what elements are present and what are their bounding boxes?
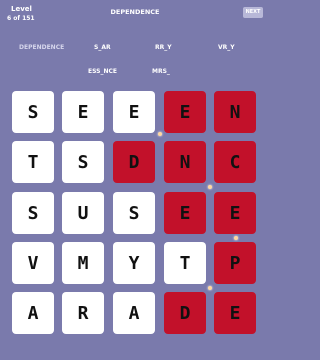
- tile-letter: S: [77, 151, 89, 173]
- grid-tile[interactable]: Y: [113, 242, 155, 284]
- grid-tile[interactable]: E: [214, 292, 256, 334]
- tile-letter: S: [27, 202, 39, 224]
- grid-tile[interactable]: P: [214, 242, 256, 284]
- tile-letter: E: [77, 101, 89, 123]
- tile-letter: M: [77, 252, 89, 274]
- tile-letter: P: [229, 252, 241, 274]
- grid-tile[interactable]: E: [62, 91, 104, 133]
- tile-letter: E: [128, 101, 140, 123]
- tile-letter: T: [27, 151, 39, 173]
- tile-letter: N: [229, 101, 241, 123]
- tile-letter: U: [77, 202, 89, 224]
- grid-tile[interactable]: A: [113, 292, 155, 334]
- grid-tile[interactable]: S: [62, 141, 104, 183]
- grid-tile[interactable]: D: [113, 141, 155, 183]
- hint-word: MRS_: [152, 68, 170, 75]
- grid-tile[interactable]: N: [164, 141, 206, 183]
- hint-word: S_AR: [94, 44, 111, 51]
- level-count: 6 of 151: [7, 15, 35, 22]
- path-dot: [208, 286, 212, 290]
- tile-letter: C: [229, 151, 241, 173]
- tile-letter: E: [179, 101, 191, 123]
- tile-letter: D: [128, 151, 140, 173]
- grid-tile[interactable]: S: [12, 192, 54, 234]
- hint-word: ESS_NCE: [88, 68, 117, 75]
- tile-letter: Y: [128, 252, 140, 274]
- next-button[interactable]: NEXT: [243, 7, 263, 18]
- tile-letter: D: [179, 302, 191, 324]
- game-screen: Level 6 of 151 DEPENDENCE NEXT DEPENDENC…: [0, 0, 270, 360]
- tile-letter: N: [179, 151, 191, 173]
- tile-letter: E: [229, 302, 241, 324]
- grid-tile[interactable]: T: [164, 242, 206, 284]
- grid-tile[interactable]: S: [113, 192, 155, 234]
- tile-letter: V: [27, 252, 39, 274]
- tile-letter: E: [179, 202, 191, 224]
- grid-tile[interactable]: T: [12, 141, 54, 183]
- hint-word: RR_Y: [155, 44, 172, 51]
- tile-letter: S: [27, 101, 39, 123]
- grid-tile[interactable]: E: [214, 192, 256, 234]
- grid-tile[interactable]: M: [62, 242, 104, 284]
- grid-tile[interactable]: E: [113, 91, 155, 133]
- hint-word: DEPENDENCE: [19, 44, 65, 51]
- grid-tile[interactable]: N: [214, 91, 256, 133]
- path-dot: [234, 236, 238, 240]
- grid-tile[interactable]: E: [164, 192, 206, 234]
- tile-letter: R: [77, 302, 89, 324]
- tile-letter: S: [128, 202, 140, 224]
- tile-letter: E: [229, 202, 241, 224]
- tile-letter: A: [128, 302, 140, 324]
- grid-tile[interactable]: C: [214, 141, 256, 183]
- grid-tile[interactable]: V: [12, 242, 54, 284]
- grid-tile[interactable]: E: [164, 91, 206, 133]
- tile-letter: A: [27, 302, 39, 324]
- tile-letter: T: [179, 252, 191, 274]
- grid-tile[interactable]: R: [62, 292, 104, 334]
- path-dot: [158, 132, 162, 136]
- grid-tile[interactable]: D: [164, 292, 206, 334]
- grid-tile[interactable]: A: [12, 292, 54, 334]
- path-dot: [208, 185, 212, 189]
- target-word: DEPENDENCE: [110, 8, 160, 16]
- grid-tile[interactable]: U: [62, 192, 104, 234]
- hint-word: VR_Y: [218, 44, 235, 51]
- grid-tile[interactable]: S: [12, 91, 54, 133]
